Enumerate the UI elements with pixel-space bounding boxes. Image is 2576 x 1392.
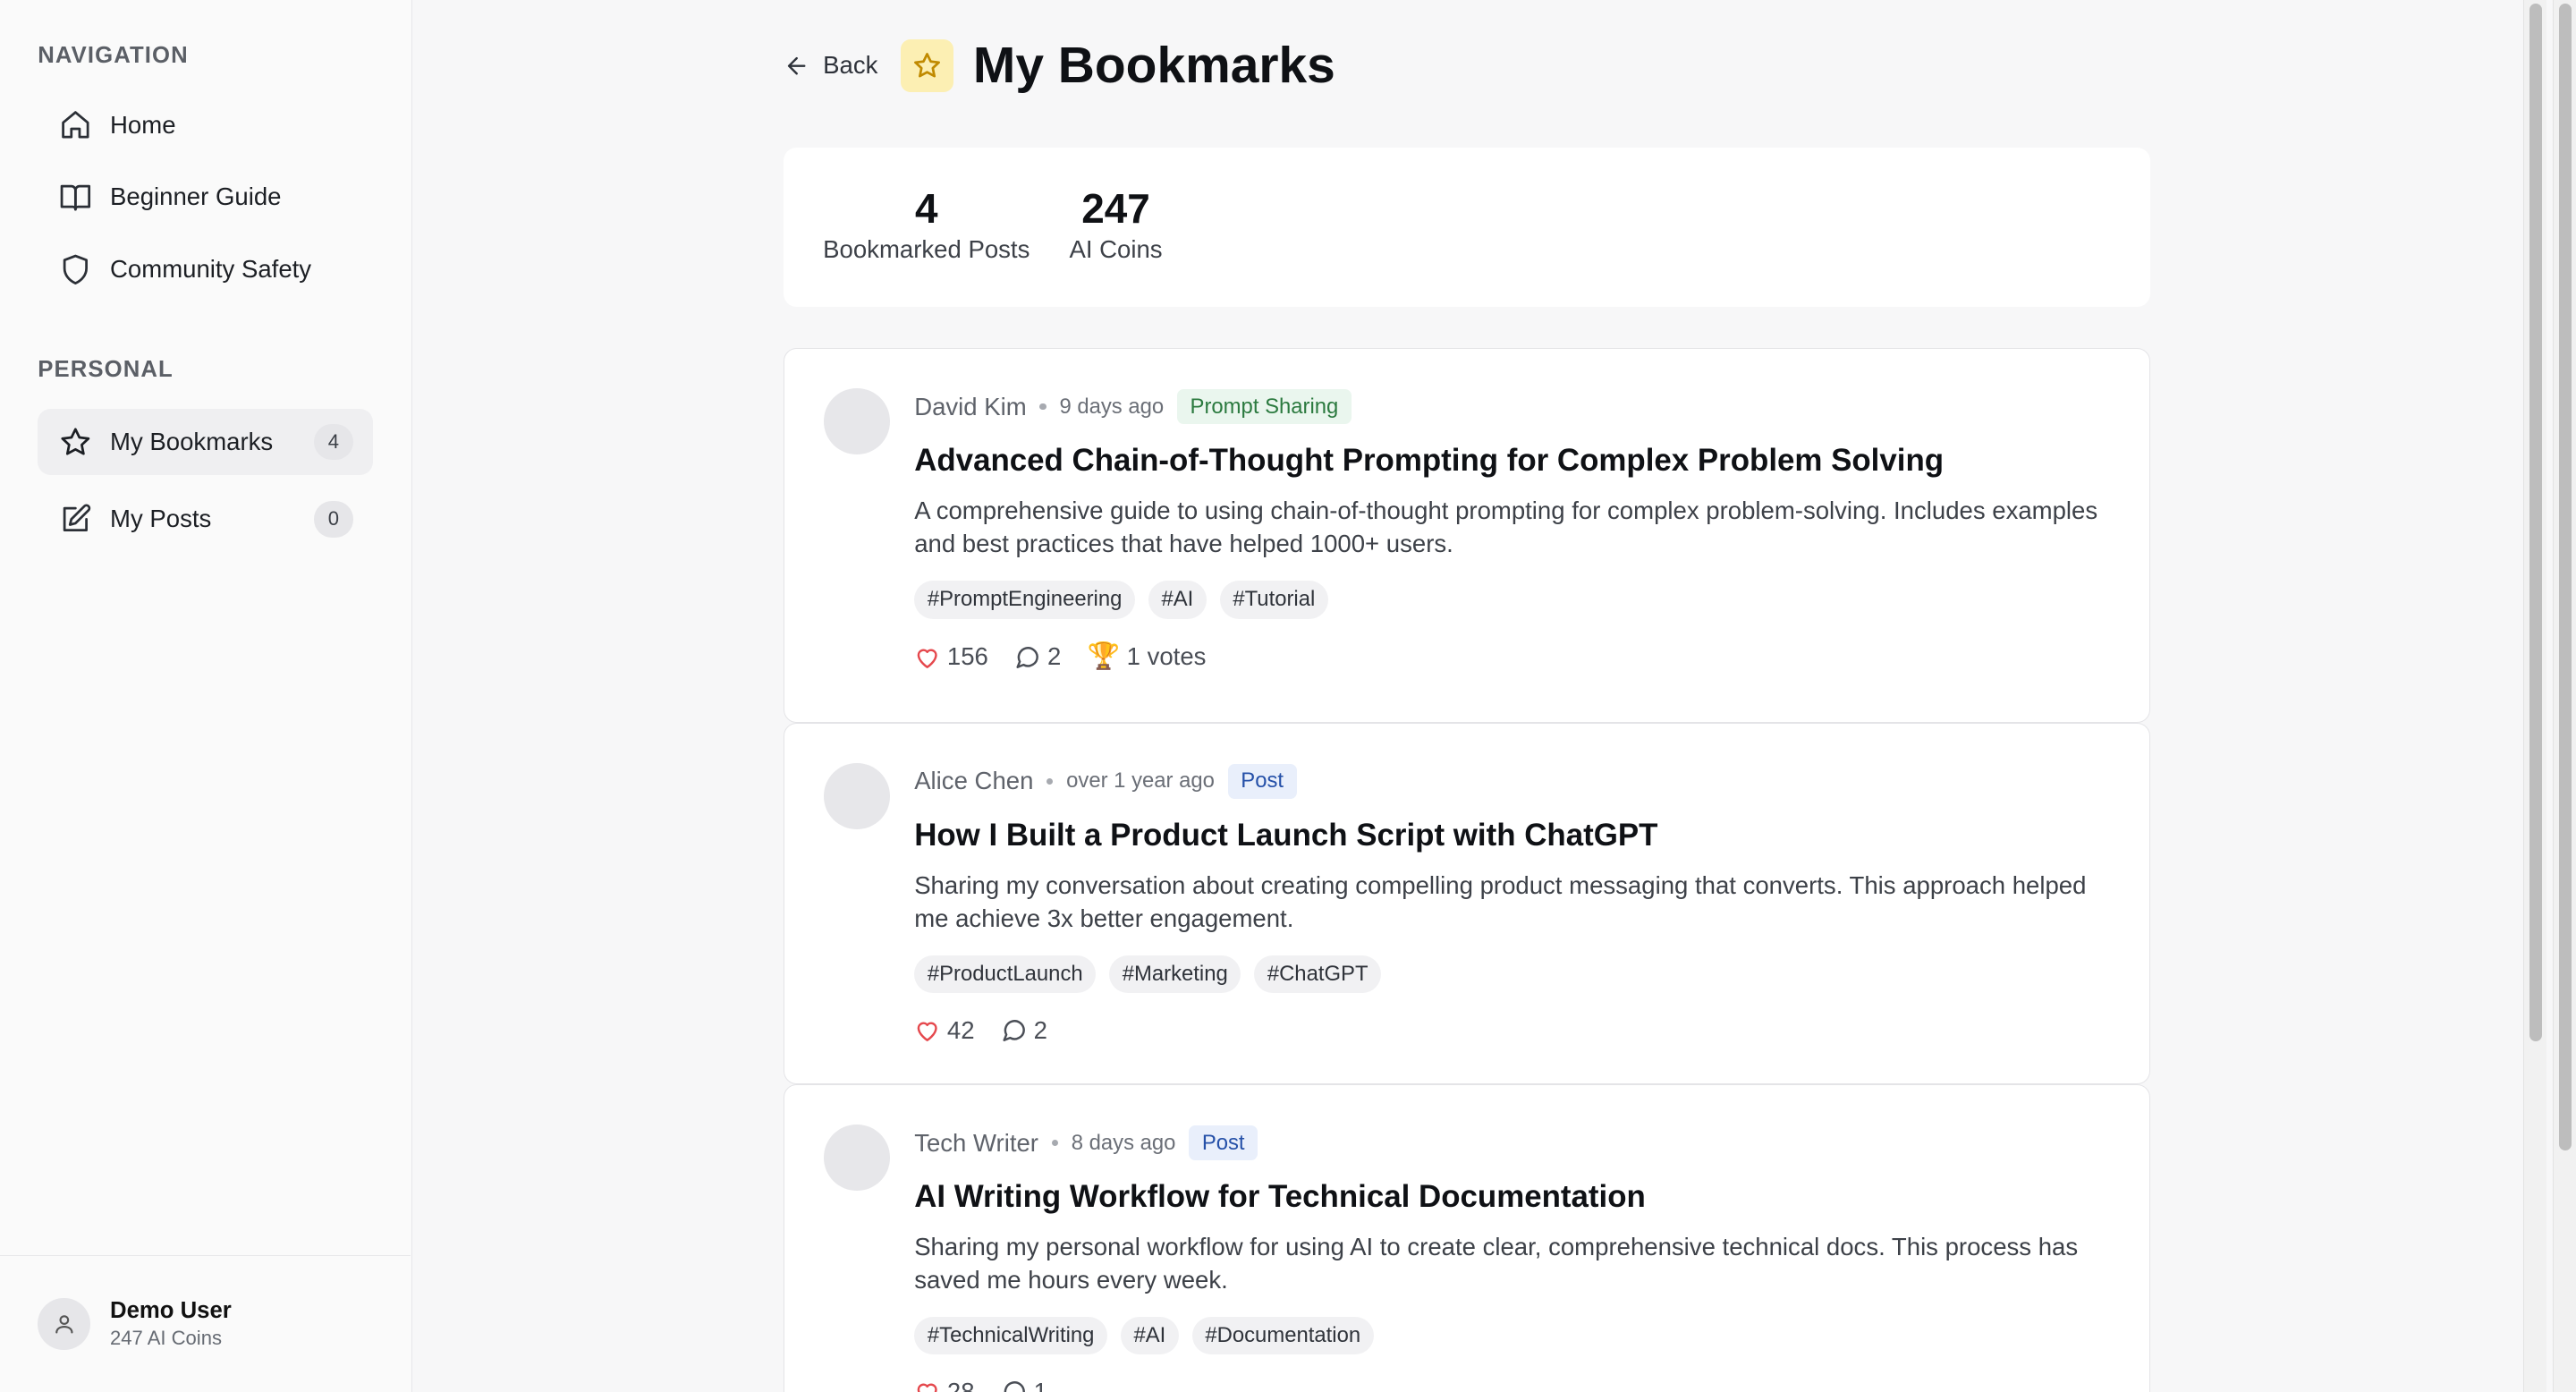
stat-value: 247 — [1081, 184, 1150, 232]
post-card[interactable]: Alice Chen over 1 year ago Post How I Bu… — [784, 723, 2151, 1085]
stat-label: AI Coins — [1069, 235, 1163, 264]
comment-count: 2 — [1033, 1016, 1047, 1045]
tag[interactable]: #AI — [1120, 1316, 1179, 1355]
post-title[interactable]: AI Writing Workflow for Technical Docume… — [914, 1179, 2110, 1215]
sidebar-item-home[interactable]: Home — [38, 92, 373, 157]
sidebar-item-beginner-guide[interactable]: Beginner Guide — [38, 165, 373, 230]
comment-button[interactable]: 1 — [1001, 1378, 1047, 1392]
back-button[interactable]: Back — [784, 51, 877, 80]
sidebar-item-label: Beginner Guide — [110, 182, 282, 211]
posts-count-badge: 0 — [313, 501, 353, 538]
post-card[interactable]: Tech Writer 8 days ago Post AI Writing W… — [784, 1084, 2151, 1392]
sidebar-item-my-bookmarks[interactable]: My Bookmarks 4 — [38, 409, 373, 475]
like-button[interactable]: 42 — [914, 1016, 975, 1045]
comment-count: 2 — [1046, 642, 1062, 671]
stat-bookmarked-posts: 4 Bookmarked Posts — [823, 184, 1030, 308]
shield-icon — [57, 251, 93, 287]
page-header: Back My Bookmarks — [784, 36, 1335, 95]
comment-icon — [1016, 646, 1039, 668]
star-icon — [57, 424, 93, 460]
user-coins: 247 AI Coins — [110, 1327, 222, 1350]
back-label: Back — [823, 51, 878, 80]
post-author[interactable]: David Kim — [914, 393, 1027, 421]
tag[interactable]: #TechnicalWriting — [914, 1316, 1108, 1355]
comment-button[interactable]: 2 — [1001, 1016, 1047, 1045]
user-icon — [55, 1315, 73, 1334]
tag[interactable]: #AI — [1148, 580, 1207, 619]
comment-count: 1 — [1033, 1378, 1047, 1392]
post-card[interactable]: David Kim 9 days ago Prompt Sharing Adva… — [784, 348, 2151, 724]
post-time: 9 days ago — [1059, 394, 1165, 419]
post-title[interactable]: Advanced Chain-of-Thought Prompting for … — [914, 443, 2110, 479]
vote-count: 1 votes — [1126, 642, 1207, 671]
post-author[interactable]: Tech Writer — [914, 1129, 1038, 1158]
sidebar-item-label: Community Safety — [110, 255, 312, 284]
post-title[interactable]: How I Built a Product Launch Script with… — [914, 818, 2110, 853]
book-icon — [57, 179, 93, 215]
user-name: Demo User — [110, 1297, 232, 1323]
sidebar-item-community-safety[interactable]: Community Safety — [38, 236, 373, 301]
comment-button[interactable]: 2 — [1014, 642, 1061, 671]
post-author[interactable]: Alice Chen — [914, 767, 1033, 795]
home-icon — [57, 106, 93, 142]
page-title: My Bookmarks — [972, 37, 1335, 95]
category-badge: Prompt Sharing — [1176, 389, 1352, 425]
like-button[interactable]: 156 — [914, 642, 988, 671]
post-excerpt: Sharing my conversation about creating c… — [914, 871, 2087, 932]
heart-icon — [917, 1023, 937, 1042]
tag[interactable]: #Documentation — [1191, 1316, 1374, 1355]
avatar — [824, 1125, 890, 1191]
tag[interactable]: #Marketing — [1109, 955, 1241, 994]
user-profile[interactable]: Demo User 247 AI Coins — [0, 1255, 411, 1391]
avatar — [38, 1297, 90, 1351]
tag[interactable]: #ChatGPT — [1254, 955, 1382, 994]
trophy-icon: 🏆 — [1087, 641, 1121, 672]
sidebar-item-label: My Posts — [110, 505, 212, 533]
stat-ai-coins: 247 AI Coins — [1069, 184, 1162, 308]
stat-value: 4 — [915, 184, 938, 232]
main-content: Back My Bookmarks 4 Bookmarked Posts 247… — [412, 0, 2576, 1392]
avatar — [824, 388, 890, 454]
bookmark-star-icon — [901, 39, 953, 92]
avatar — [824, 763, 890, 829]
sidebar-item-my-posts[interactable]: My Posts 0 — [38, 487, 373, 552]
post-time: 8 days ago — [1071, 1130, 1176, 1155]
content-scrollbar-thumb[interactable] — [2529, 3, 2543, 1042]
category-badge: Post — [1227, 763, 1297, 799]
like-button[interactable]: 28 — [914, 1378, 975, 1392]
page-scrollbar[interactable] — [2553, 0, 2576, 1392]
arrow-left-icon — [787, 56, 806, 75]
like-count: 28 — [946, 1378, 975, 1392]
like-count: 42 — [946, 1016, 975, 1045]
tag[interactable]: #PromptEngineering — [914, 580, 1136, 619]
post-time: over 1 year ago — [1066, 768, 1215, 794]
comment-icon — [1003, 1020, 1025, 1042]
content-scrollbar[interactable] — [2523, 0, 2546, 1392]
personal-section-title: PERSONAL — [38, 356, 174, 382]
edit-icon — [57, 501, 93, 537]
page-scrollbar-thumb[interactable] — [2558, 3, 2572, 1150]
sidebar-item-label: My Bookmarks — [110, 428, 274, 456]
app-page: NAVIGATION Home Beginner Guide Community… — [0, 0, 2576, 1392]
post-excerpt: A comprehensive guide to using chain-of-… — [914, 497, 2098, 558]
comment-icon — [1004, 1381, 1025, 1392]
post-excerpt: Sharing my personal workflow for using A… — [914, 1233, 2079, 1294]
tag[interactable]: #Tutorial — [1219, 580, 1328, 619]
like-count: 156 — [946, 642, 988, 671]
separator-dot — [1039, 403, 1046, 411]
votes-indicator: 🏆 1 votes — [1088, 641, 1207, 672]
heart-icon — [917, 1384, 937, 1392]
stats-panel: 4 Bookmarked Posts 247 AI Coins — [784, 148, 2151, 308]
tag[interactable]: #ProductLaunch — [914, 955, 1097, 994]
stat-label: Bookmarked Posts — [823, 235, 1030, 264]
sidebar-item-label: Home — [110, 110, 176, 139]
category-badge: Post — [1189, 1125, 1258, 1160]
separator-dot — [1046, 777, 1054, 785]
heart-icon — [917, 649, 937, 668]
separator-dot — [1051, 1139, 1059, 1147]
bookmarks-count-badge: 4 — [313, 423, 353, 461]
navigation-section-title: NAVIGATION — [38, 42, 189, 68]
sidebar: NAVIGATION Home Beginner Guide Community… — [0, 0, 412, 1392]
